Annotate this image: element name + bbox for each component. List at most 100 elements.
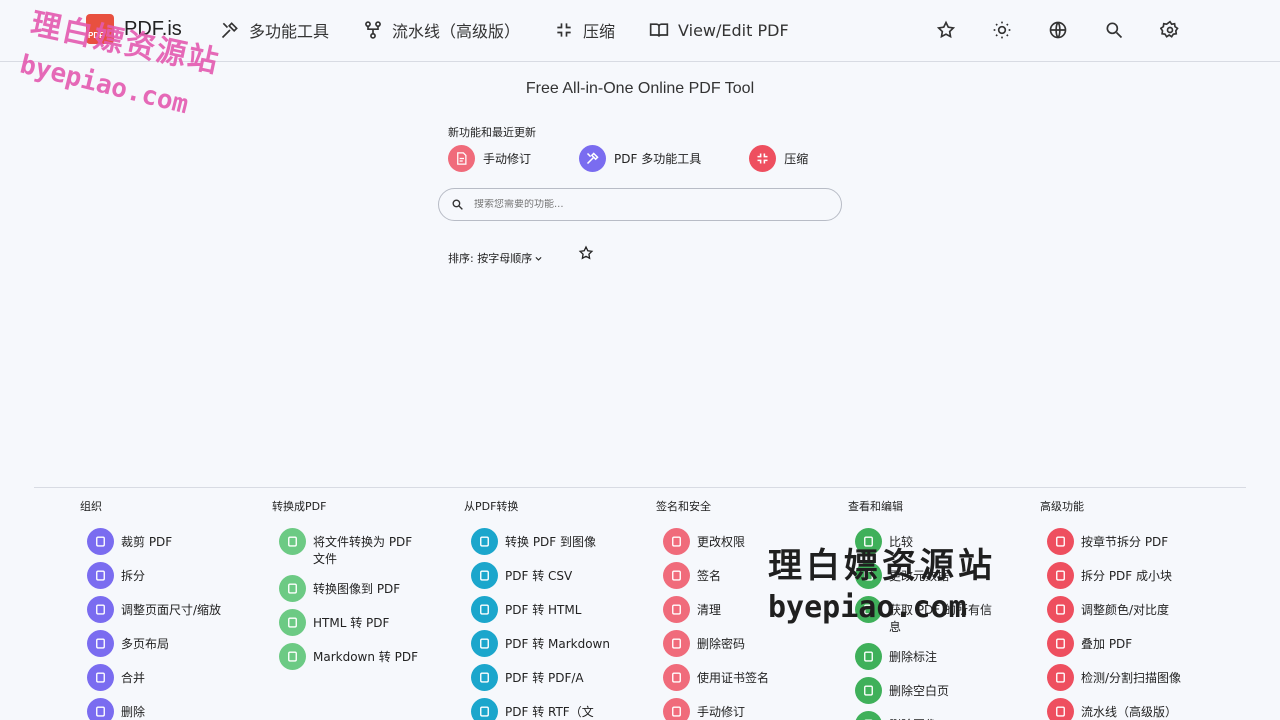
tool-label: 拆分 bbox=[121, 569, 146, 583]
tool-label: 删除标注 bbox=[889, 650, 938, 664]
tool-label: 删除密码 bbox=[697, 637, 746, 651]
tool-item[interactable]: HTML 转 PDF bbox=[279, 609, 452, 636]
tool-label: 使用证书签名 bbox=[697, 671, 770, 685]
tool-icon bbox=[855, 711, 882, 720]
favorites-star-icon[interactable] bbox=[936, 20, 956, 40]
tool-item[interactable]: PDF 转 HTML bbox=[471, 596, 644, 623]
tool-label: 按章节拆分 PDF bbox=[1081, 535, 1169, 549]
tool-item[interactable]: 多页布局 bbox=[87, 630, 260, 657]
tool-item[interactable]: 删除空白页 bbox=[855, 677, 1028, 704]
tool-label: 调整颜色/对比度 bbox=[1081, 603, 1170, 617]
tool-icon bbox=[87, 698, 114, 720]
tool-item[interactable]: 手动修订 bbox=[663, 698, 836, 720]
tool-label: 删除 bbox=[121, 705, 146, 719]
category-title: 组织 bbox=[80, 500, 102, 513]
nav-compress[interactable]: 压缩 bbox=[554, 18, 615, 42]
sort-dropdown[interactable]: 排序: 按字母顺序 bbox=[448, 250, 543, 266]
tool-item[interactable]: 拆分 PDF 成小块 bbox=[1047, 562, 1220, 589]
theme-sun-icon[interactable] bbox=[992, 20, 1012, 40]
recent-item-compress[interactable]: 压缩 bbox=[749, 145, 808, 172]
search-icon[interactable] bbox=[1104, 20, 1124, 40]
nav-pipeline[interactable]: 流水线（高级版） bbox=[363, 18, 520, 42]
tool-label: 将文件转换为 PDF 文件 bbox=[313, 535, 413, 566]
category-column: 高级功能按章节拆分 PDF 拆分 PDF 成小块 调整颜色/对比度 叠加 PDF 检测/… bbox=[1040, 498, 1220, 720]
tool-icon bbox=[471, 630, 498, 657]
tool-item[interactable]: 按章节拆分 PDF bbox=[1047, 528, 1220, 555]
tool-item[interactable]: 使用证书签名 bbox=[663, 664, 836, 691]
tool-label: 流水线（高级版） bbox=[1081, 705, 1178, 719]
tool-item[interactable]: 流水线（高级版） bbox=[1047, 698, 1220, 720]
tool-item[interactable]: 将文件转换为 PDF 文件 bbox=[279, 528, 452, 568]
tool-icon bbox=[1047, 528, 1074, 555]
tool-item[interactable]: 删除 bbox=[87, 698, 260, 720]
tool-item[interactable]: 裁剪 PDF bbox=[87, 528, 260, 555]
tool-label: Markdown 转 PDF bbox=[313, 650, 418, 664]
tool-icon bbox=[663, 596, 690, 623]
tool-label: 多页布局 bbox=[121, 637, 170, 651]
category-column: 组织裁剪 PDF 拆分调整页面尺寸/缩放多页布局合并删除 bbox=[80, 498, 260, 720]
tool-icon bbox=[1047, 698, 1074, 720]
settings-gear-icon[interactable] bbox=[1159, 20, 1180, 40]
tool-label: 叠加 PDF bbox=[1081, 637, 1133, 651]
tool-item[interactable]: 转换图像到 PDF bbox=[279, 575, 452, 602]
favorites-filter-star-icon[interactable] bbox=[578, 245, 596, 263]
tool-icon bbox=[855, 677, 882, 704]
tool-item[interactable]: PDF 转 PDF/A bbox=[471, 664, 644, 691]
nav-view-edit-pdf[interactable]: View/Edit PDF bbox=[649, 18, 789, 42]
section-divider bbox=[34, 487, 1246, 488]
category-title: 高级功能 bbox=[1040, 500, 1084, 513]
tool-label: 拆分 PDF 成小块 bbox=[1081, 569, 1173, 583]
tool-item[interactable]: 调整页面尺寸/缩放 bbox=[87, 596, 260, 623]
tool-label: PDF 转 RTF（文 bbox=[505, 705, 594, 719]
recent-item-label: 压缩 bbox=[784, 152, 809, 166]
tool-icon bbox=[87, 630, 114, 657]
tool-icon bbox=[663, 698, 690, 720]
tool-icon bbox=[1047, 562, 1074, 589]
recent-updates-label: 新功能和最近更新 bbox=[448, 126, 536, 139]
language-globe-icon[interactable] bbox=[1048, 20, 1068, 40]
recent-item-multi-tool[interactable]: PDF 多功能工具 bbox=[579, 145, 701, 172]
tool-icon bbox=[663, 630, 690, 657]
search-input[interactable] bbox=[474, 199, 814, 210]
tool-item[interactable]: 转换 PDF 到图像 bbox=[471, 528, 644, 555]
tool-icon bbox=[279, 575, 306, 602]
tool-label: 合并 bbox=[121, 671, 146, 685]
tool-label: 转换 PDF 到图像 bbox=[505, 535, 597, 549]
tool-item[interactable]: 合并 bbox=[87, 664, 260, 691]
nav-label: 压缩 bbox=[583, 22, 616, 41]
tool-icon bbox=[1047, 596, 1074, 623]
recent-item-manual-redact[interactable]: 手动修订 bbox=[448, 145, 531, 172]
nav-label: View/Edit PDF bbox=[678, 20, 789, 40]
tool-label: PDF 转 HTML bbox=[505, 603, 582, 617]
tool-item[interactable]: 删除标注 bbox=[855, 643, 1028, 670]
tool-item[interactable]: 拆分 bbox=[87, 562, 260, 589]
nav-label: 多功能工具 bbox=[249, 22, 330, 41]
tools-icon bbox=[221, 22, 238, 39]
search-box[interactable] bbox=[438, 188, 842, 221]
tool-item[interactable]: PDF 转 CSV bbox=[471, 562, 644, 589]
nav-multi-tool[interactable]: 多功能工具 bbox=[220, 18, 329, 42]
tool-label: 清理 bbox=[697, 603, 722, 617]
tool-icon bbox=[471, 664, 498, 691]
tool-icon bbox=[663, 562, 690, 589]
tool-item[interactable]: 删除密码 bbox=[663, 630, 836, 657]
tool-item[interactable]: PDF 转 Markdown bbox=[471, 630, 644, 657]
tool-item[interactable]: 删除图像 bbox=[855, 711, 1028, 720]
redact-icon bbox=[448, 145, 475, 172]
tool-item[interactable]: 调整颜色/对比度 bbox=[1047, 596, 1220, 623]
recent-item-label: 手动修订 bbox=[483, 152, 532, 166]
tool-item[interactable]: 检测/分割扫描图像 bbox=[1047, 664, 1220, 691]
tool-label: PDF 转 Markdown bbox=[505, 637, 610, 651]
tool-label: 手动修订 bbox=[697, 705, 746, 719]
chevron-down-icon bbox=[535, 256, 542, 261]
tool-item[interactable]: Markdown 转 PDF bbox=[279, 643, 452, 670]
nav-label: 流水线（高级版） bbox=[392, 22, 521, 41]
tool-item[interactable]: 叠加 PDF bbox=[1047, 630, 1220, 657]
category-title: 从PDF转换 bbox=[464, 500, 519, 513]
tool-item[interactable]: PDF 转 RTF（文 bbox=[471, 698, 644, 720]
tool-label: PDF 转 CSV bbox=[505, 569, 573, 583]
tool-label: PDF 转 PDF/A bbox=[505, 671, 584, 685]
tool-icon bbox=[1047, 664, 1074, 691]
tool-label: HTML 转 PDF bbox=[313, 616, 390, 630]
tool-icon bbox=[471, 562, 498, 589]
